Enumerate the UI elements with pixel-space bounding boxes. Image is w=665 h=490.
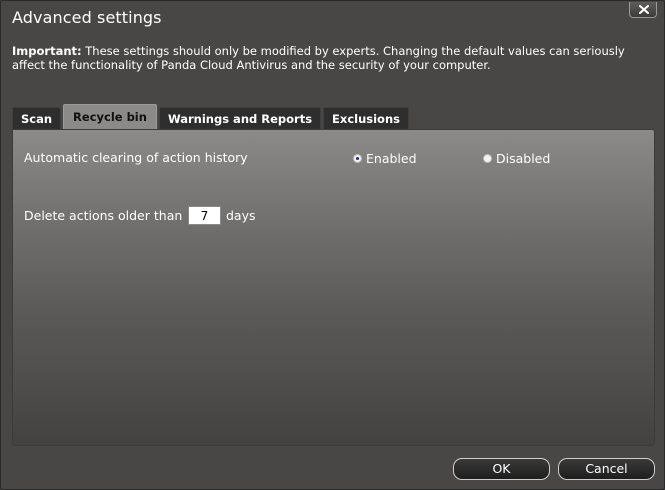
tab-bar: Scan Recycle bin Warnings and Reports Ex… <box>12 104 409 129</box>
tab-scan[interactable]: Scan <box>12 107 62 129</box>
important-notice: Important: These settings should only be… <box>12 44 652 72</box>
cancel-button[interactable]: Cancel <box>558 458 655 480</box>
enabled-radio[interactable]: Enabled <box>353 151 417 166</box>
notice-text: These settings should only be modified b… <box>12 44 625 72</box>
enabled-radio-label: Enabled <box>366 151 417 166</box>
ok-button[interactable]: OK <box>453 458 550 480</box>
close-button[interactable] <box>629 2 657 18</box>
recycle-bin-panel: Automatic clearing of action history Ena… <box>12 129 655 446</box>
tab-recycle-bin[interactable]: Recycle bin <box>63 104 157 129</box>
days-input[interactable] <box>188 206 221 225</box>
close-icon <box>639 5 649 14</box>
notice-bold: Important: <box>12 44 82 58</box>
tab-warnings-and-reports[interactable]: Warnings and Reports <box>158 107 322 129</box>
tab-exclusions[interactable]: Exclusions <box>323 107 409 129</box>
auto-clear-label: Automatic clearing of action history <box>24 150 248 165</box>
disabled-radio-indicator <box>483 154 492 163</box>
delete-actions-label: Delete actions older than <box>24 208 183 223</box>
disabled-radio-label: Disabled <box>496 151 551 166</box>
days-suffix-label: days <box>226 208 256 223</box>
enabled-radio-indicator <box>353 154 362 163</box>
dialog-title: Advanced settings <box>12 8 162 27</box>
disabled-radio[interactable]: Disabled <box>483 151 550 166</box>
advanced-settings-dialog: Advanced settings Important: These setti… <box>0 0 665 490</box>
